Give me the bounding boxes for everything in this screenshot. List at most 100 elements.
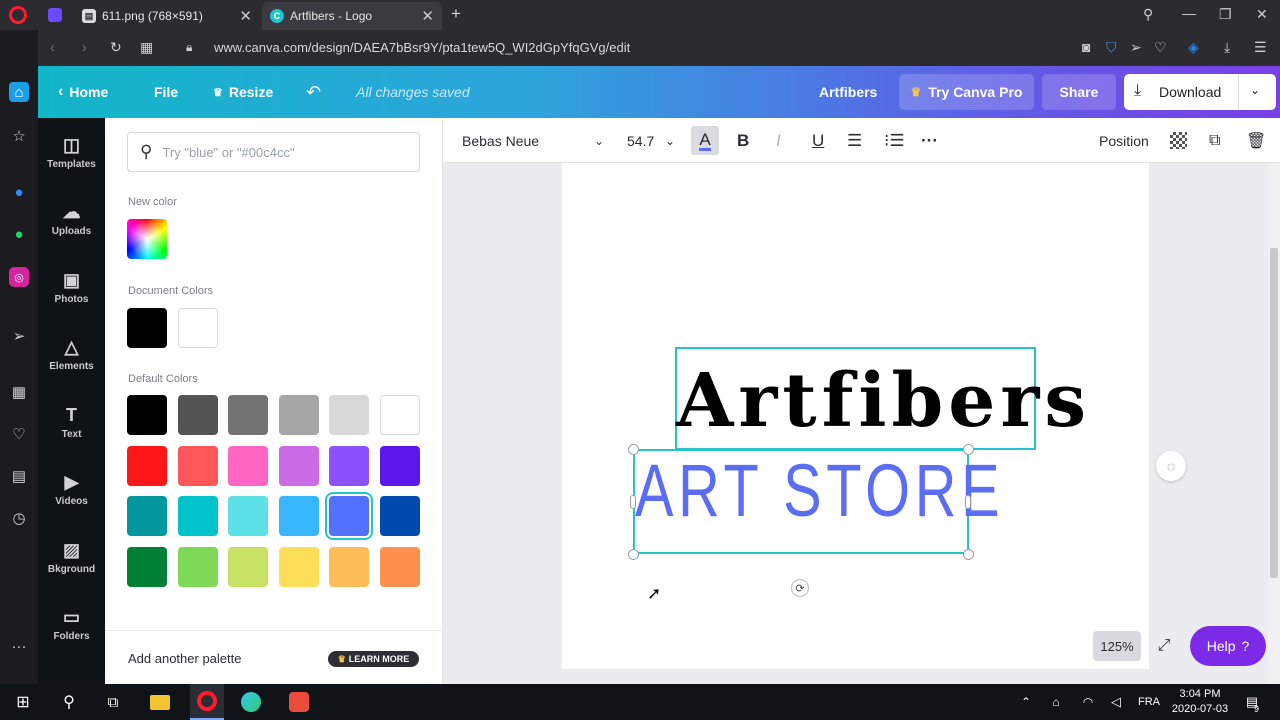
default-color-swatch[interactable] [379, 496, 420, 536]
nav-text[interactable]: T Text [38, 392, 105, 452]
learn-more-button[interactable]: ♛ LEARN MORE [328, 651, 419, 667]
scrollbar-thumb[interactable] [1270, 248, 1278, 578]
resize-handle[interactable] [628, 444, 639, 455]
try-pro-button[interactable]: ♛ Try Canva Pro [899, 74, 1034, 110]
nav-background[interactable]: ▨ Bkground [38, 527, 105, 587]
more-icon[interactable]: ··· [9, 636, 29, 656]
heart-icon[interactable]: ♡ [1154, 40, 1167, 54]
default-color-swatch[interactable] [379, 395, 420, 435]
notifications-icon[interactable]: ▤ [1240, 684, 1264, 720]
workspace-icon[interactable] [48, 8, 62, 22]
shield-icon[interactable]: ⛉ [1106, 40, 1117, 54]
file-explorer-icon[interactable] [145, 684, 175, 720]
resize-handle[interactable] [963, 549, 974, 560]
windows-start-icon[interactable]: ⊞ [8, 684, 38, 720]
heart-icon[interactable]: ♡ [9, 424, 29, 444]
resize-handle[interactable] [965, 495, 971, 509]
vertical-scrollbar[interactable] [1268, 163, 1280, 684]
bookmark-icon[interactable]: ☆ [9, 126, 29, 146]
help-button[interactable]: Help ? [1190, 626, 1266, 666]
new-color-picker[interactable] [127, 219, 167, 259]
nav-photos[interactable]: ▣ Photos [38, 257, 105, 317]
more-button[interactable]: ··· [921, 118, 938, 163]
default-color-swatch[interactable] [329, 445, 369, 486]
default-color-swatch[interactable] [278, 546, 319, 587]
tab-image[interactable]: ▤ 611.png (768×591) ✕ [74, 2, 260, 30]
close-window-icon[interactable]: ✕ [1256, 7, 1268, 21]
underline-button[interactable]: U [812, 118, 824, 163]
default-color-swatch[interactable] [329, 395, 369, 435]
undo-button[interactable]: ↶ [306, 66, 321, 118]
list-button[interactable]: ⁝☰ [884, 118, 905, 163]
add-palette-link[interactable]: Add another palette [128, 651, 241, 666]
chevron-down-icon[interactable]: ⌄ [1250, 83, 1260, 97]
nav-templates[interactable]: ◫ Templates [38, 122, 105, 182]
text-color-button[interactable]: A [691, 126, 719, 155]
language-indicator[interactable]: FRA [1136, 684, 1162, 720]
resize-handle[interactable] [630, 495, 636, 509]
clock[interactable]: 3:04 PM 2020-07-03 [1170, 687, 1230, 717]
menu-icon[interactable]: ☰ [1254, 40, 1267, 54]
default-color-swatch[interactable] [177, 546, 218, 587]
home-icon[interactable]: ⌂ [9, 82, 29, 102]
default-color-swatch[interactable] [228, 546, 268, 587]
volume-icon[interactable]: ◁ [1106, 684, 1126, 720]
default-color-swatch[interactable] [127, 395, 167, 435]
search-icon[interactable]: ⚲ [54, 684, 84, 720]
font-family-select[interactable]: Bebas Neue ⌄ [462, 118, 604, 163]
new-tab-icon[interactable]: + [451, 5, 461, 22]
default-color-swatch[interactable] [228, 496, 268, 536]
download-icon[interactable]: ⤓ [1224, 40, 1230, 54]
color-search-input[interactable]: ⚲ Try "blue" or "#00c4cc" [127, 132, 420, 172]
align-button[interactable]: ☰ [847, 118, 862, 163]
task-view-icon[interactable]: ⧉ [98, 684, 128, 720]
default-color-swatch[interactable] [177, 395, 218, 435]
bold-button[interactable]: B [737, 118, 749, 163]
title-text[interactable]: Artfibers [676, 356, 1086, 446]
minimize-icon[interactable]: — [1182, 6, 1196, 20]
tab-canva[interactable]: C Artfibers - Logo ✕ [262, 2, 442, 30]
rotate-icon[interactable]: ⟳ [791, 579, 809, 597]
apps-icon[interactable]: ▦ [9, 382, 29, 402]
default-color-swatch[interactable] [127, 445, 167, 486]
nav-folders[interactable]: ▭ Folders [38, 594, 105, 654]
nav-elements[interactable]: △ Elements [38, 324, 105, 384]
default-color-swatch[interactable] [329, 546, 369, 587]
nav-uploads[interactable]: ☁ Uploads [38, 189, 105, 249]
document-color-swatch[interactable] [127, 308, 167, 348]
home-button[interactable]: ‹ Home [58, 66, 108, 118]
opera-taskbar-icon[interactable] [190, 684, 224, 720]
camera-icon[interactable]: ◙ [1082, 40, 1090, 54]
subtitle-text[interactable]: ART STORE [635, 451, 1000, 531]
delete-button[interactable]: 🗑︎ [1246, 118, 1266, 163]
font-size-select[interactable]: 54.7 ⌄ [627, 118, 675, 163]
app-icon[interactable] [284, 684, 314, 720]
wifi-icon[interactable]: ◠ [1078, 684, 1098, 720]
duplicate-button[interactable]: ⧉ [1209, 118, 1220, 163]
send-icon[interactable]: ➢ [1130, 40, 1142, 54]
maximize-icon[interactable]: ❐ [1219, 7, 1232, 21]
cube-icon[interactable]: ◈ [1188, 40, 1199, 54]
edge-icon[interactable] [236, 684, 266, 720]
instagram-icon[interactable]: ◎ [9, 267, 29, 287]
default-color-swatch[interactable] [228, 395, 268, 435]
default-color-swatch[interactable] [278, 395, 319, 435]
tabs-grid-icon[interactable]: ▦ [140, 40, 153, 54]
close-tab-icon[interactable]: ✕ [421, 7, 434, 25]
news-icon[interactable]: ▤ [9, 466, 29, 486]
reload-icon[interactable]: ↻ [110, 40, 122, 54]
default-color-swatch[interactable] [278, 496, 319, 536]
search-icon[interactable]: ⚲ [1143, 7, 1153, 21]
add-comment-icon[interactable]: ◌ [1156, 451, 1186, 481]
history-icon[interactable]: ◷ [9, 508, 29, 528]
default-color-swatch[interactable] [127, 546, 167, 587]
zoom-level-button[interactable]: 125% [1093, 631, 1141, 661]
whatsapp-icon[interactable]: ● [9, 224, 29, 244]
default-color-swatch[interactable] [379, 445, 420, 486]
resize-handle[interactable] [628, 549, 639, 560]
url-field[interactable]: www.canva.com/design/DAEA7bBsr9Y/pta1tew… [214, 40, 630, 55]
network-icon[interactable]: ⌂ [1046, 684, 1066, 720]
forward-icon[interactable]: › [82, 40, 87, 54]
chevron-up-icon[interactable]: ⌃ [1016, 684, 1036, 720]
default-color-swatch[interactable] [329, 496, 369, 536]
